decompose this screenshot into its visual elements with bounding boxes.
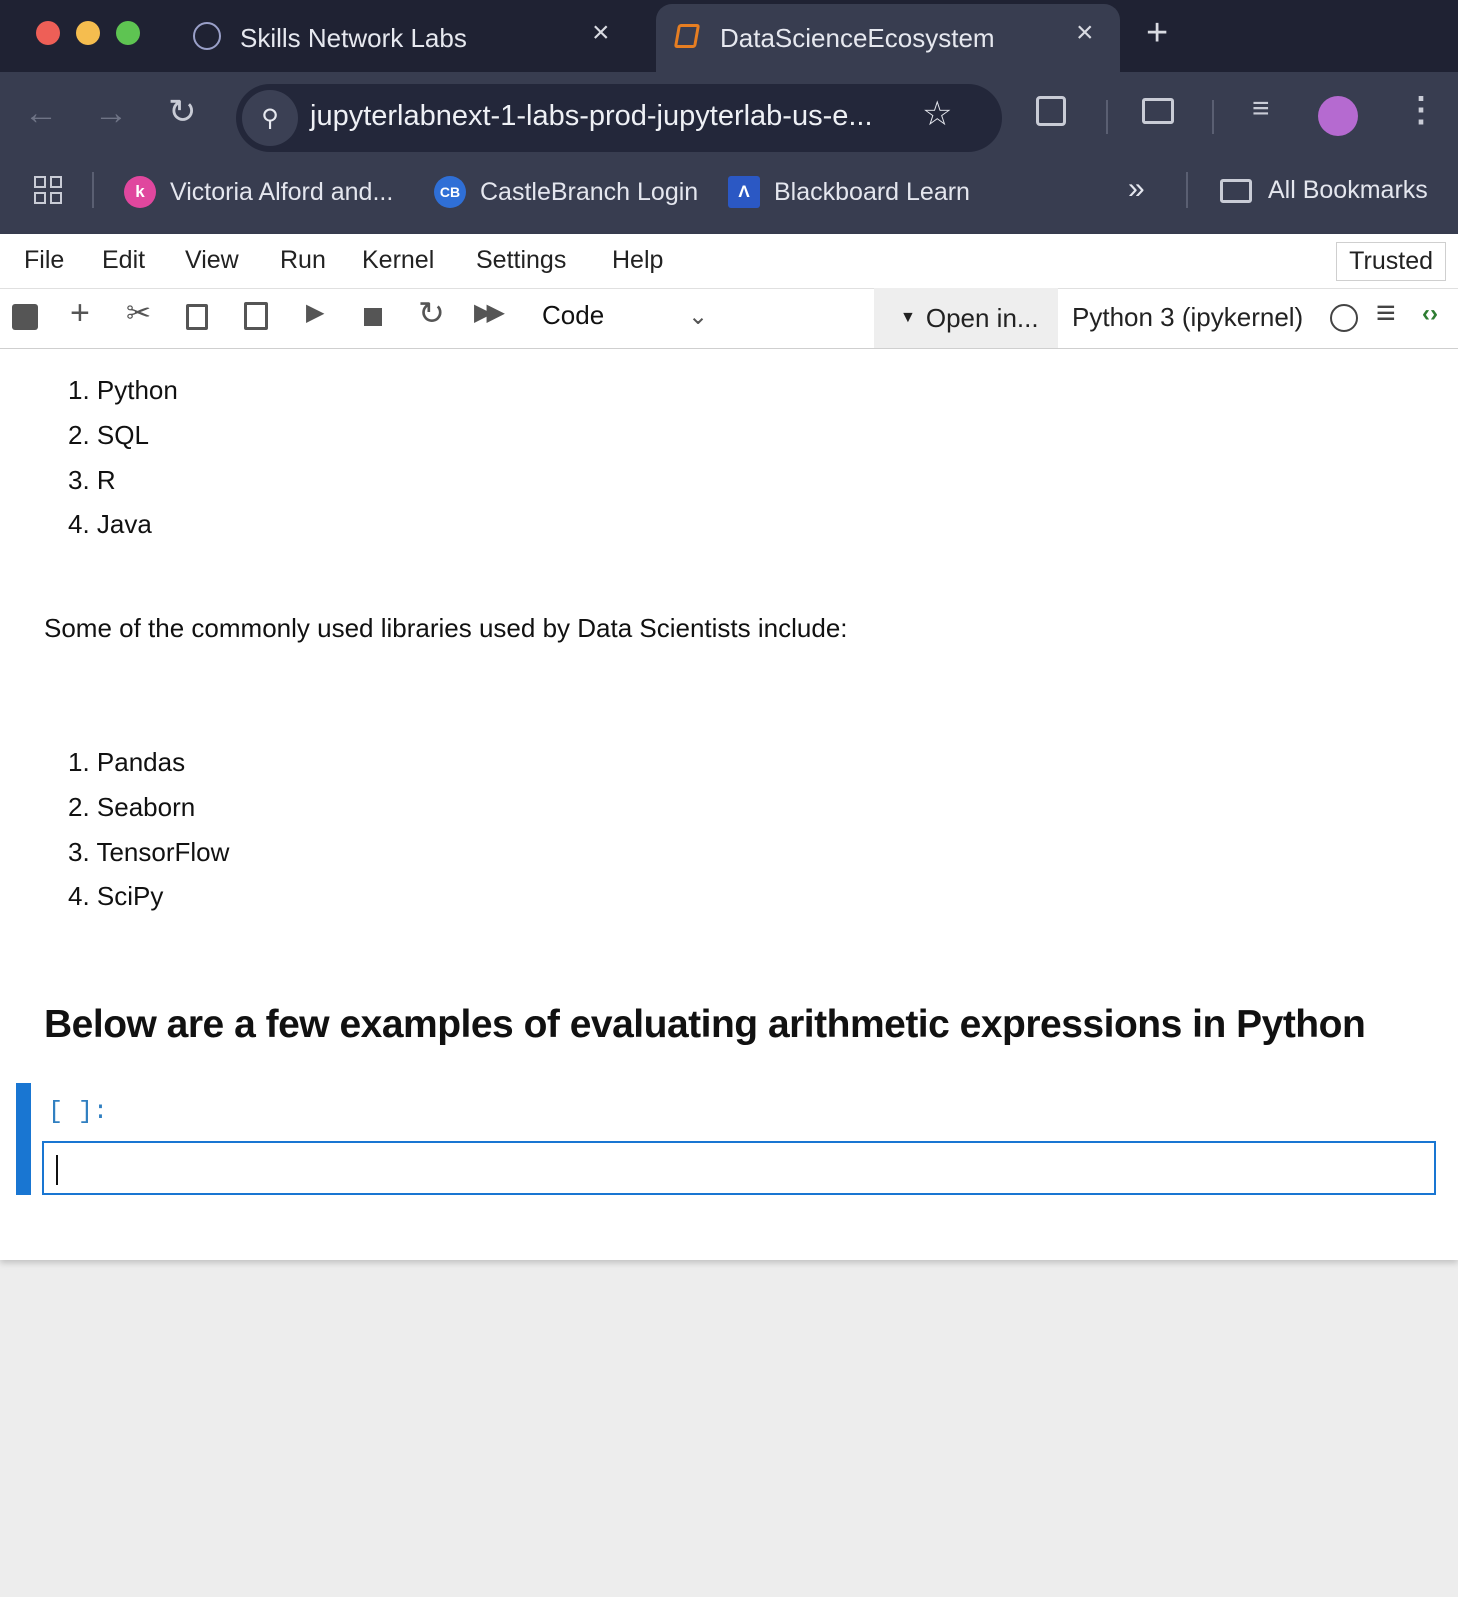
close-window-button[interactable] [36, 21, 60, 45]
libraries-intro: Some of the commonly used libraries used… [44, 613, 848, 643]
list-item: 4. Java [68, 509, 152, 539]
copy-icon[interactable] [186, 304, 208, 330]
extensions-icon[interactable] [1036, 96, 1066, 126]
bookmark-favicon: Λ [728, 176, 760, 208]
add-cell-icon[interactable]: + [70, 294, 100, 332]
site-settings-icon[interactable]: ⚲ [242, 90, 298, 146]
bookmark-favicon: k [124, 176, 156, 208]
menu-edit[interactable]: Edit [102, 246, 145, 275]
caret-down-icon: ▼ [900, 309, 916, 326]
notebook-icon [673, 24, 701, 48]
notebook-toolbar: + ✂ ▶ ↻ ▶▶ Code ⌄ ▼ Open in... Python 3 … [0, 288, 1458, 349]
skills-network-icon [193, 22, 221, 50]
bookmark-victoria-alford[interactable]: k Victoria Alford and... [124, 176, 393, 208]
paste-icon[interactable] [244, 302, 268, 330]
chevron-down-icon[interactable]: ⌄ [688, 302, 718, 332]
save-icon[interactable] [12, 304, 38, 330]
run-cell-icon[interactable]: ▶ [306, 298, 336, 328]
text-cursor [56, 1155, 58, 1185]
forward-arrow-icon[interactable]: → [94, 94, 128, 133]
open-in-button[interactable]: ▼ Open in... [874, 288, 1058, 348]
menu-run[interactable]: Run [280, 246, 326, 275]
more-menu-icon[interactable]: ⋮ [1404, 90, 1438, 130]
restart-kernel-icon[interactable]: ↻ [418, 294, 448, 331]
bookmark-label: Victoria Alford and... [170, 177, 394, 206]
property-inspector-icon[interactable]: ≡ [1376, 294, 1396, 333]
media-controls-icon[interactable]: ≡ [1252, 92, 1270, 126]
bookmark-castlebranch[interactable]: CB CastleBranch Login [434, 176, 698, 208]
interrupt-kernel-icon[interactable] [364, 308, 382, 326]
divider [1186, 172, 1188, 208]
tab-datascienceecosystem[interactable]: DataScienceEcosystem × [656, 4, 1120, 72]
list-item: 3. R [68, 465, 116, 495]
run-all-icon[interactable]: ▶▶ [474, 298, 505, 328]
menu-help[interactable]: Help [612, 246, 663, 275]
kernel-status-icon [1330, 304, 1358, 332]
list-item: 2. SQL [68, 420, 149, 450]
close-tab-icon[interactable]: × [592, 16, 610, 50]
list-item: 1. Python [68, 375, 178, 405]
active-cell-indicator [16, 1083, 31, 1195]
tab-title: Skills Network Labs [240, 22, 467, 53]
jupyter-notebook: File Edit View Run Kernel Settings Help … [0, 234, 1458, 1260]
bookmark-star-icon[interactable]: ☆ [922, 94, 952, 134]
reload-icon[interactable]: ↻ [168, 92, 197, 132]
browser-titlebar: Skills Network Labs × DataScienceEcosyst… [0, 0, 1458, 72]
kernel-name[interactable]: Python 3 (ipykernel) [1072, 302, 1303, 333]
menu-view[interactable]: View [185, 246, 239, 275]
back-arrow-icon[interactable]: ← [24, 94, 58, 133]
divider [1212, 100, 1214, 134]
bookmarks-bar: k Victoria Alford and... CB CastleBranch… [0, 158, 1458, 234]
open-in-label: Open in... [925, 302, 1039, 333]
markdown-heading: Below are a few examples of evaluating a… [44, 1003, 1366, 1046]
folder-icon [1220, 178, 1252, 203]
list-item: 2. Seaborn [68, 792, 196, 822]
bookmark-blackboard[interactable]: Λ Blackboard Learn [728, 176, 970, 208]
code-brackets-icon[interactable]: ‹› [1422, 300, 1438, 328]
bookmark-label: CastleBranch Login [480, 177, 699, 206]
cut-icon[interactable]: ✂ [126, 296, 156, 330]
list-item: 1. Pandas [68, 747, 186, 777]
browser-toolbar: ← → ↻ ⚲ jupyterlabnext-1-labs-prod-jupyt… [0, 72, 1458, 234]
apps-grid-icon[interactable] [34, 176, 62, 204]
bookmark-favicon: CB [434, 176, 466, 208]
bookmark-label: Blackboard Learn [774, 177, 970, 206]
menu-bar: File Edit View Run Kernel Settings Help … [0, 234, 1458, 289]
all-bookmarks-label: All Bookmarks [1268, 176, 1428, 204]
menu-file[interactable]: File [24, 246, 64, 275]
menu-kernel[interactable]: Kernel [362, 246, 434, 275]
minimize-window-button[interactable] [76, 21, 100, 45]
list-item: 4. SciPy [68, 881, 164, 911]
more-bookmarks-icon[interactable]: » [1128, 172, 1145, 206]
close-tab-icon[interactable]: × [1076, 16, 1094, 50]
divider [1106, 100, 1108, 134]
all-bookmarks-button[interactable]: All Bookmarks [1220, 176, 1428, 205]
url-text[interactable]: jupyterlabnext-1-labs-prod-jupyterlab-us… [310, 100, 873, 133]
trusted-indicator[interactable]: Trusted [1336, 242, 1446, 281]
code-cell-editor[interactable] [42, 1141, 1436, 1195]
tab-search-icon[interactable] [1142, 98, 1174, 124]
cell-type-select[interactable]: Code [542, 300, 604, 331]
tab-title: DataScienceEcosystem [720, 22, 995, 53]
cell-prompt: [ ]: [48, 1097, 109, 1126]
maximize-window-button[interactable] [116, 21, 140, 45]
divider [92, 172, 94, 208]
new-tab-icon[interactable]: + [1146, 12, 1168, 55]
profile-avatar[interactable] [1318, 96, 1358, 136]
menu-settings[interactable]: Settings [476, 246, 566, 275]
tab-skills-network-labs[interactable]: Skills Network Labs × [180, 4, 640, 72]
list-item: 3. TensorFlow [68, 837, 230, 867]
address-bar[interactable]: ⚲ jupyterlabnext-1-labs-prod-jupyterlab-… [236, 84, 1002, 152]
